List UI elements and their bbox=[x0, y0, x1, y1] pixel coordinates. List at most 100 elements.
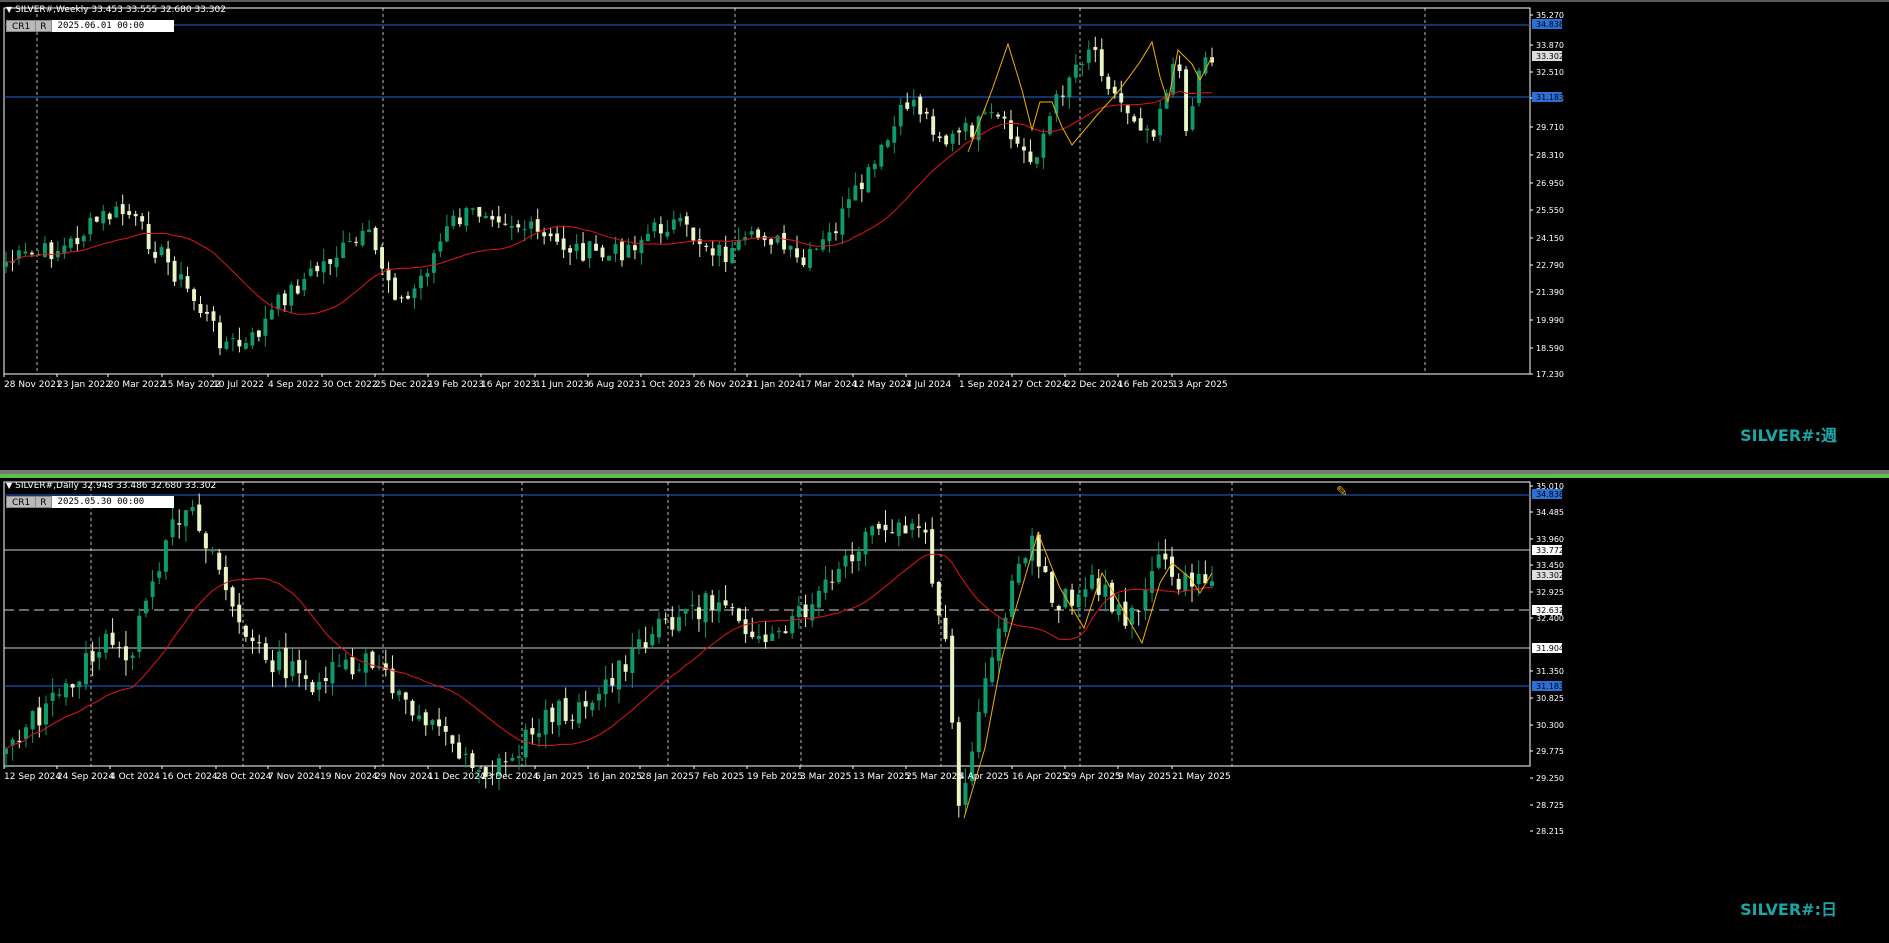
candle-body bbox=[950, 133, 955, 144]
date-input[interactable]: 2025.06.01 00:00 bbox=[51, 20, 174, 32]
candle-body bbox=[37, 707, 42, 726]
date-input[interactable]: 2025.05.30 00:00 bbox=[51, 496, 174, 508]
candle-body bbox=[451, 215, 456, 227]
y-axis-label: 22.790 bbox=[1536, 261, 1564, 270]
y-axis-label: 30.300 bbox=[1536, 721, 1564, 730]
candle-body bbox=[990, 657, 995, 683]
candle-body bbox=[50, 692, 55, 701]
candle-body bbox=[1125, 105, 1130, 114]
x-axis-label: 4 Sep 2022 bbox=[268, 380, 319, 390]
collapse-triangle-icon[interactable]: ▼ bbox=[6, 481, 12, 490]
candle-body bbox=[898, 105, 903, 127]
candle-body bbox=[23, 251, 28, 254]
candle-body bbox=[678, 217, 683, 222]
daily-date-selector[interactable]: CR1 R 2025.05.30 00:00 bbox=[6, 496, 174, 508]
weekly-chart-pane[interactable]: 35.270 33.870 32.510 31.183 29.710 28.310 26.9… bbox=[0, 0, 1889, 470]
candle-body bbox=[905, 102, 910, 109]
x-axis-label: 3 Mar 2025 bbox=[800, 772, 851, 782]
x-axis-label: 7 Feb 2025 bbox=[694, 772, 744, 782]
candle-body bbox=[736, 240, 741, 250]
candle-body bbox=[425, 273, 430, 277]
candle-body bbox=[756, 229, 761, 239]
daily-ohlc-text: SILVER#,Daily 32.948 33.486 32.680 33.30… bbox=[15, 481, 217, 491]
candle-body bbox=[107, 213, 112, 220]
x-axis-label: 24 Sep 2024 bbox=[57, 772, 114, 782]
candle-body bbox=[923, 529, 928, 533]
cr1-button[interactable]: CR1 bbox=[6, 496, 37, 508]
candle-body bbox=[650, 633, 655, 646]
candle-body bbox=[450, 735, 455, 744]
plot-area-border bbox=[3, 7, 1531, 375]
candle-body bbox=[1158, 108, 1163, 136]
candle-body bbox=[75, 237, 80, 245]
candle-body bbox=[1176, 578, 1181, 590]
daily-symbol-watermark: SILVER#:日 bbox=[1740, 900, 1837, 919]
x-axis-label: 22 Dec 2024 bbox=[1065, 380, 1123, 390]
candle-body bbox=[419, 275, 423, 289]
candle-body bbox=[270, 660, 275, 673]
candle-body bbox=[70, 684, 75, 688]
candle-body bbox=[256, 330, 261, 337]
x-axis-label: 28 Nov 2021 bbox=[4, 380, 62, 390]
candle-body bbox=[477, 206, 482, 217]
candle-body bbox=[321, 261, 326, 273]
candle-body bbox=[548, 233, 553, 237]
candle-body bbox=[890, 532, 895, 534]
candle-body bbox=[367, 229, 372, 233]
candle-body bbox=[630, 648, 635, 673]
candle-body bbox=[283, 647, 288, 679]
candle-body bbox=[250, 332, 255, 346]
candle-body bbox=[776, 630, 781, 633]
candle-body bbox=[1132, 116, 1137, 122]
x-axis-label: 10 Jul 2022 bbox=[213, 380, 264, 390]
candle-body bbox=[808, 249, 812, 268]
candle-body bbox=[956, 722, 961, 806]
r-button[interactable]: R bbox=[36, 20, 52, 32]
daily-chart-canvas[interactable]: 35.01034.48533.96033.45032.92532.40031.3… bbox=[0, 478, 1889, 943]
candle-body bbox=[90, 651, 95, 662]
candle-body bbox=[594, 243, 598, 251]
candle-body bbox=[205, 311, 209, 314]
candle-body bbox=[683, 609, 688, 614]
candle-body bbox=[568, 248, 573, 253]
candle-body bbox=[1143, 589, 1148, 610]
candle-body bbox=[833, 231, 838, 234]
candle-body bbox=[1076, 594, 1081, 608]
x-axis-label: 11 Jun 2023 bbox=[535, 380, 589, 390]
candle-body bbox=[816, 590, 821, 608]
candle-body bbox=[159, 247, 164, 256]
y-axis-label: 25.550 bbox=[1536, 206, 1564, 215]
candle-body bbox=[665, 231, 670, 237]
r-button[interactable]: R bbox=[36, 496, 52, 508]
candle-body bbox=[303, 675, 308, 679]
daily-chart-pane[interactable]: 35.010 34.485 33.960 33.450 32.925 32.400 31.3… bbox=[0, 474, 1889, 943]
candle-body bbox=[1145, 128, 1150, 131]
candle-body bbox=[1002, 116, 1007, 119]
candle-body bbox=[399, 297, 404, 299]
candle-body bbox=[529, 221, 534, 229]
cr1-button[interactable]: CR1 bbox=[6, 20, 37, 32]
weekly-date-selector[interactable]: CR1 R 2025.06.01 00:00 bbox=[6, 20, 174, 32]
candle-body bbox=[570, 719, 575, 721]
candle-body bbox=[83, 653, 88, 685]
candle-body bbox=[930, 529, 935, 584]
candle-body bbox=[827, 232, 832, 242]
candle-body bbox=[872, 163, 877, 170]
candle-body bbox=[1060, 95, 1065, 97]
candle-body bbox=[574, 243, 579, 251]
collapse-triangle-icon[interactable]: ▼ bbox=[6, 5, 12, 14]
candle-body bbox=[230, 587, 235, 607]
candle-body bbox=[1063, 588, 1068, 608]
x-axis-label: 17 Mar 2024 bbox=[800, 380, 857, 390]
candle-body bbox=[295, 285, 300, 294]
weekly-chart-canvas[interactable]: 35.270 33.870 32.510 31.183 29.710 28.310 26.9… bbox=[0, 2, 1889, 470]
candle-body bbox=[1067, 77, 1072, 98]
x-axis-label: 12 Sep 2024 bbox=[4, 772, 61, 782]
candle-body bbox=[63, 683, 68, 698]
y-axis-label: 24.150 bbox=[1536, 234, 1564, 243]
candle-body bbox=[1103, 584, 1108, 597]
candle-body bbox=[1034, 157, 1039, 164]
candle-body bbox=[989, 111, 994, 114]
candle-body bbox=[192, 289, 196, 301]
candle-body bbox=[437, 719, 442, 727]
